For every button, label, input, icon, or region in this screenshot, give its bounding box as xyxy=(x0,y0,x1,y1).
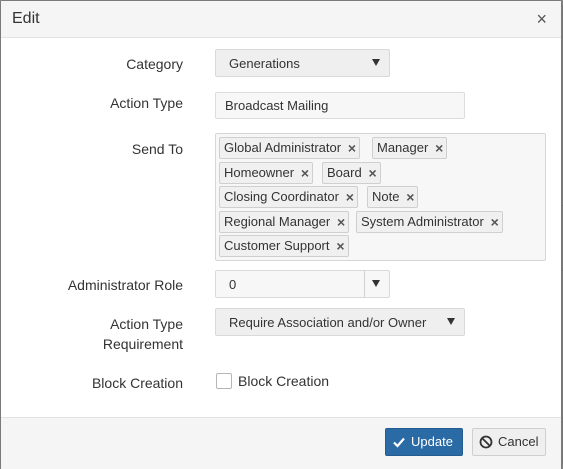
tag-homeowner: Homeowner × xyxy=(219,162,314,184)
update-label: Update xyxy=(411,434,453,449)
chevron-down-icon[interactable] xyxy=(372,280,380,287)
check-icon xyxy=(393,437,405,448)
remove-tag-icon[interactable]: × xyxy=(346,187,354,207)
action-type-requirement-label-line1: Action Type xyxy=(110,316,183,332)
tag-label: System Administrator xyxy=(361,214,484,229)
tag-label: Manager xyxy=(377,140,429,155)
dialog-footer: Update Cancel xyxy=(1,417,561,469)
category-label: Category xyxy=(126,56,183,72)
tag-system-administrator: System Administrator × xyxy=(356,211,503,233)
tag-regional-manager: Regional Manager × xyxy=(219,211,350,233)
ban-icon xyxy=(479,435,493,449)
send-to-label: Send To xyxy=(131,141,183,157)
update-button[interactable]: Update xyxy=(385,428,463,456)
remove-tag-icon[interactable]: × xyxy=(435,138,443,158)
tag-label: Note xyxy=(372,189,400,204)
tag-note: Note × xyxy=(367,186,419,208)
combobox-divider xyxy=(364,271,365,297)
close-icon[interactable]: × xyxy=(536,10,547,28)
administrator-role-combobox[interactable]: 0 xyxy=(215,270,390,298)
tag-label: Closing Coordinator xyxy=(224,189,339,204)
tag-customer-support: Customer Support × xyxy=(219,235,349,257)
remove-tag-icon[interactable]: × xyxy=(491,212,499,232)
tag-global-administrator: Global Administrator × xyxy=(219,137,361,159)
action-type-input[interactable]: Broadcast Mailing xyxy=(215,92,465,119)
send-to-multiselect[interactable]: Global Administrator × Manager × Homeown… xyxy=(215,133,546,261)
chevron-down-icon xyxy=(372,59,380,66)
remove-tag-icon[interactable]: × xyxy=(336,236,344,256)
block-creation-checkbox-label[interactable]: Block Creation xyxy=(238,373,329,389)
tag-label: Regional Manager xyxy=(224,214,331,229)
tag-closing-coordinator: Closing Coordinator × xyxy=(219,186,358,208)
administrator-role-value: 0 xyxy=(229,277,237,292)
remove-tag-icon[interactable]: × xyxy=(406,187,414,207)
remove-tag-icon[interactable]: × xyxy=(301,163,309,183)
dialog-header: Edit × xyxy=(1,1,561,38)
tag-manager: Manager × xyxy=(372,137,448,159)
tag-board: Board × xyxy=(322,162,381,184)
category-select[interactable]: Generations xyxy=(215,49,390,77)
action-type-label: Action Type xyxy=(110,95,183,111)
remove-tag-icon[interactable]: × xyxy=(348,138,356,158)
tag-label: Customer Support xyxy=(224,238,330,253)
cancel-label: Cancel xyxy=(498,434,539,449)
block-creation-checkbox[interactable] xyxy=(216,373,232,389)
block-creation-label: Block Creation xyxy=(91,375,183,391)
action-type-requirement-select[interactable]: Require Association and/or Owner xyxy=(215,308,465,336)
tag-label: Global Administrator xyxy=(224,140,342,155)
tag-label: Board xyxy=(327,165,362,180)
category-value: Generations xyxy=(229,56,300,71)
dialog-title: Edit xyxy=(12,10,40,27)
edit-dialog: Edit × Category Generations Action Type … xyxy=(0,0,562,469)
action-type-requirement-label-line2: Requirement xyxy=(102,336,183,352)
remove-tag-icon[interactable]: × xyxy=(369,163,377,183)
chevron-down-icon xyxy=(447,318,455,325)
cancel-button[interactable]: Cancel xyxy=(472,428,546,456)
tag-label: Homeowner xyxy=(224,165,295,180)
administrator-role-label: Administrator Role xyxy=(67,277,183,293)
remove-tag-icon[interactable]: × xyxy=(337,212,345,232)
action-type-requirement-value: Require Association and/or Owner xyxy=(229,315,427,330)
